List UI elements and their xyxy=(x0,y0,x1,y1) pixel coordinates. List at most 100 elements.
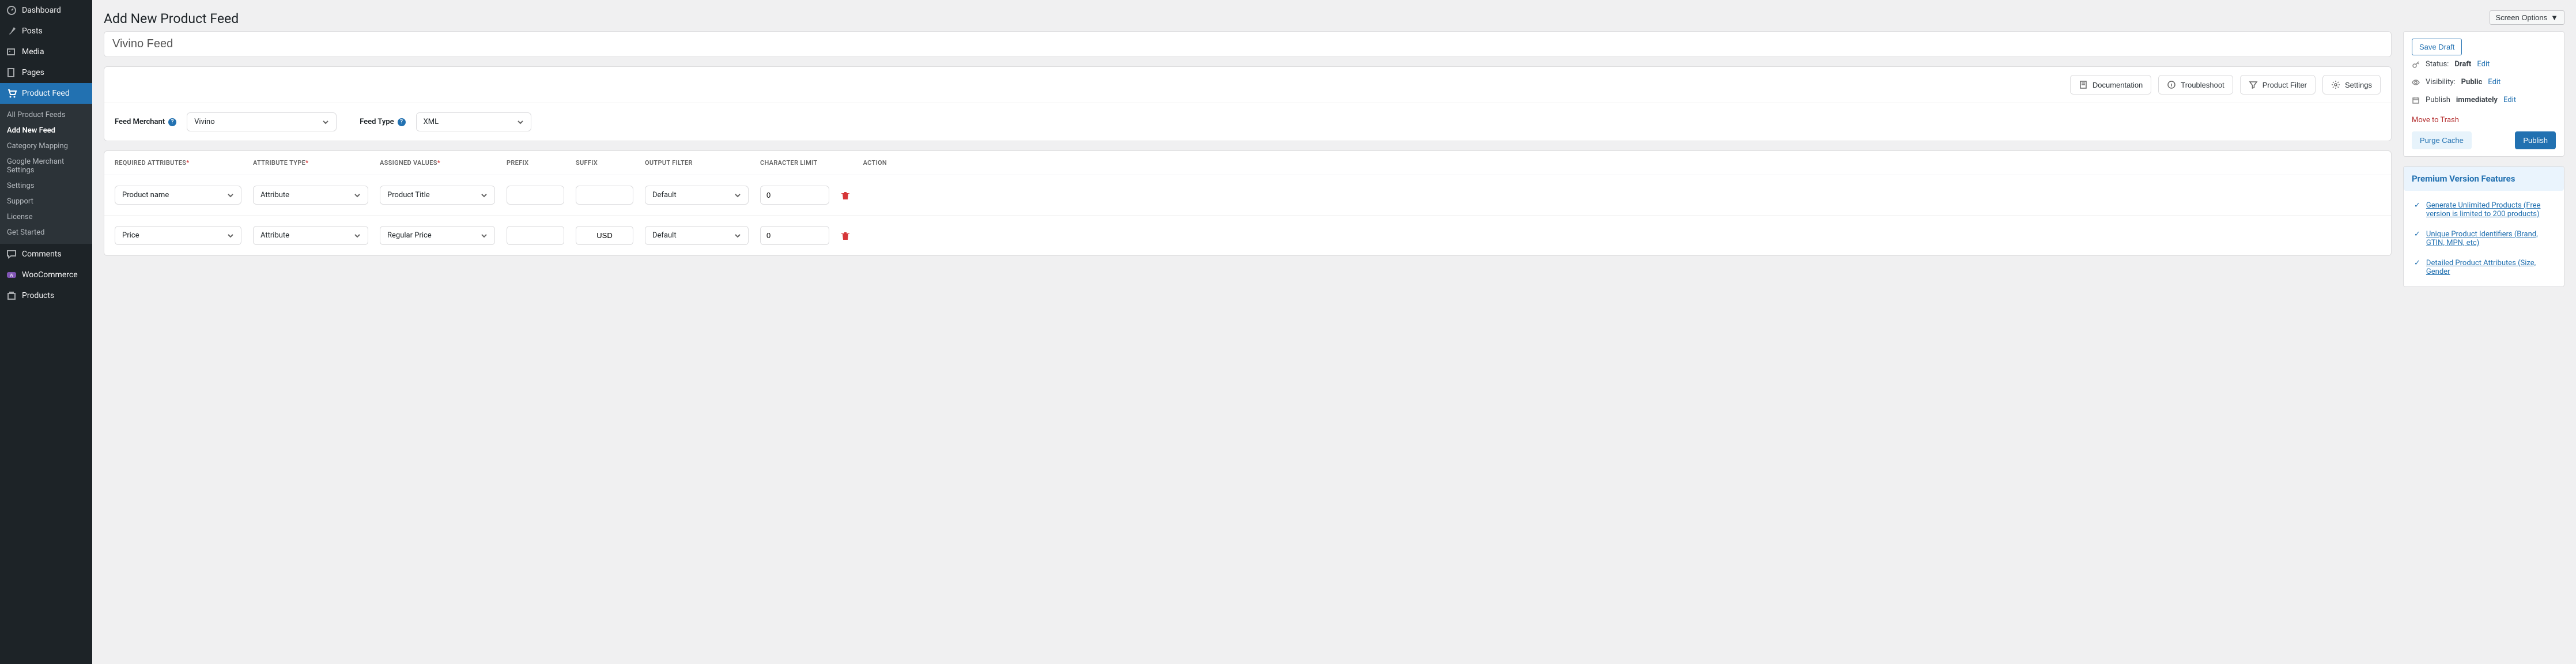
help-icon[interactable]: ? xyxy=(168,118,176,126)
comment-icon xyxy=(6,248,17,260)
edit-status-link[interactable]: Edit xyxy=(2477,60,2490,69)
promo-heading: Premium Version Features xyxy=(2404,167,2564,191)
delete-row-button[interactable] xyxy=(841,231,887,240)
page-icon xyxy=(6,67,17,78)
type-select[interactable]: Attribute xyxy=(253,226,368,245)
submenu-google-merchant[interactable]: Google Merchant Settings xyxy=(0,154,92,178)
chevron-down-icon xyxy=(481,232,488,239)
delete-row-button[interactable] xyxy=(841,191,887,200)
sidebar-item-dashboard[interactable]: Dashboard xyxy=(0,0,92,21)
publish-button[interactable]: Publish xyxy=(2515,131,2556,149)
help-icon[interactable]: ? xyxy=(398,118,406,126)
move-trash-link[interactable]: Move to Trash xyxy=(2412,116,2459,124)
publish-label: Publish xyxy=(2426,96,2450,104)
assigned-select[interactable]: Regular Price xyxy=(380,226,495,245)
feed-merchant-select[interactable]: Vivino xyxy=(187,112,337,131)
button-label: Settings xyxy=(2345,81,2372,89)
output-select[interactable]: Default xyxy=(645,226,749,245)
col-prefix: Prefix xyxy=(507,159,564,167)
submenu-license[interactable]: License xyxy=(0,209,92,225)
publish-box: Save Draft Status: Draft Edit Visibility… xyxy=(2403,31,2564,157)
col-type: Attribute Type xyxy=(253,159,368,167)
documentation-button[interactable]: Documentation xyxy=(2070,75,2151,95)
edit-visibility-link[interactable]: Edit xyxy=(2488,78,2501,86)
prefix-input[interactable] xyxy=(507,226,564,245)
suffix-input[interactable] xyxy=(576,226,633,245)
edit-publish-link[interactable]: Edit xyxy=(2503,96,2516,104)
col-suffix: Suffix xyxy=(576,159,633,167)
pin-icon xyxy=(6,25,17,37)
assigned-select[interactable]: Product Title xyxy=(380,186,495,205)
menu-label: Posts xyxy=(22,27,43,36)
sidebar-item-product-feed[interactable]: Product Feed xyxy=(0,83,92,104)
svg-text:W: W xyxy=(10,273,14,278)
chevron-down-icon xyxy=(734,232,741,239)
calendar-icon xyxy=(2412,96,2420,104)
save-draft-button[interactable]: Save Draft xyxy=(2412,39,2462,55)
status-value: Draft xyxy=(2454,60,2471,69)
eye-icon xyxy=(2412,78,2420,86)
sidebar-item-posts[interactable]: Posts xyxy=(0,21,92,42)
purge-cache-button[interactable]: Purge Cache xyxy=(2412,131,2472,149)
submenu-add-new[interactable]: Add New Feed xyxy=(0,123,92,138)
visibility-value: Public xyxy=(2461,78,2483,86)
chevron-down-icon xyxy=(227,232,234,239)
visibility-label: Visibility: xyxy=(2426,78,2456,86)
sidebar-item-comments[interactable]: Comments xyxy=(0,244,92,265)
feed-merchant-label: Feed Merchant ? xyxy=(115,118,176,126)
chevron-down-icon xyxy=(354,232,361,239)
attr-select[interactable]: Price xyxy=(115,226,241,245)
submenu-support[interactable]: Support xyxy=(0,194,92,209)
list-item: ✓ Generate Unlimited Products (Free vers… xyxy=(2412,195,2556,224)
col-action: Action xyxy=(841,159,887,167)
menu-label: Comments xyxy=(22,250,62,259)
col-limit: Character Limit xyxy=(760,159,829,167)
promo-link[interactable]: Detailed Product Attributes (Size, Gende… xyxy=(2426,259,2554,276)
main-content: Add New Product Feed Screen Options ▼ Do… xyxy=(92,0,2576,664)
feed-type-select[interactable]: XML xyxy=(416,112,531,131)
attr-select[interactable]: Product name xyxy=(115,186,241,205)
button-label: Documentation xyxy=(2092,81,2143,89)
info-icon xyxy=(2167,80,2176,89)
prefix-input[interactable] xyxy=(507,186,564,205)
col-required: Required Attributes xyxy=(115,159,241,167)
suffix-input[interactable] xyxy=(576,186,633,205)
submenu-category-mapping[interactable]: Category Mapping xyxy=(0,138,92,154)
screen-options-label: Screen Options xyxy=(2496,13,2548,22)
limit-input[interactable] xyxy=(760,186,829,205)
chevron-down-icon xyxy=(354,192,361,199)
filter-icon xyxy=(2249,80,2258,89)
menu-label: WooCommerce xyxy=(22,270,78,280)
cart-icon xyxy=(6,88,17,99)
sidebar-item-pages[interactable]: Pages xyxy=(0,62,92,83)
submenu-get-started[interactable]: Get Started xyxy=(0,225,92,240)
feed-type-label: Feed Type ? xyxy=(360,118,406,126)
type-select[interactable]: Attribute xyxy=(253,186,368,205)
meta-sidebar: Save Draft Status: Draft Edit Visibility… xyxy=(2403,31,2564,296)
promo-link[interactable]: Generate Unlimited Products (Free versio… xyxy=(2426,201,2554,218)
submenu-settings[interactable]: Settings xyxy=(0,178,92,194)
settings-button[interactable]: Settings xyxy=(2322,75,2381,95)
troubleshoot-button[interactable]: Troubleshoot xyxy=(2158,75,2233,95)
sidebar-item-woocommerce[interactable]: W WooCommerce xyxy=(0,265,92,285)
feed-title-input[interactable] xyxy=(104,32,2391,56)
promo-link[interactable]: Unique Product Identifiers (Brand, GTIN,… xyxy=(2426,230,2554,247)
sidebar-item-products[interactable]: Products xyxy=(0,285,92,306)
output-select[interactable]: Default xyxy=(645,186,749,205)
list-item: ✓ Unique Product Identifiers (Brand, GTI… xyxy=(2412,224,2556,253)
config-panel: Documentation Troubleshoot Product Filte… xyxy=(104,66,2392,141)
submenu-product-feed: All Product Feeds Add New Feed Category … xyxy=(0,104,92,244)
sidebar-item-media[interactable]: Media xyxy=(0,42,92,62)
table-row: Product name Attribute Product Title Def… xyxy=(104,175,2391,215)
chevron-down-icon xyxy=(517,119,524,126)
limit-input[interactable] xyxy=(760,226,829,245)
col-assigned: Assigned Values xyxy=(380,159,495,167)
chevron-down-icon xyxy=(734,192,741,199)
products-icon xyxy=(6,290,17,301)
product-filter-button[interactable]: Product Filter xyxy=(2240,75,2316,95)
screen-options-button[interactable]: Screen Options ▼ xyxy=(2490,10,2564,25)
document-icon xyxy=(2079,80,2088,89)
button-label: Troubleshoot xyxy=(2181,81,2224,89)
dashboard-icon xyxy=(6,5,17,16)
submenu-all-feeds[interactable]: All Product Feeds xyxy=(0,107,92,123)
